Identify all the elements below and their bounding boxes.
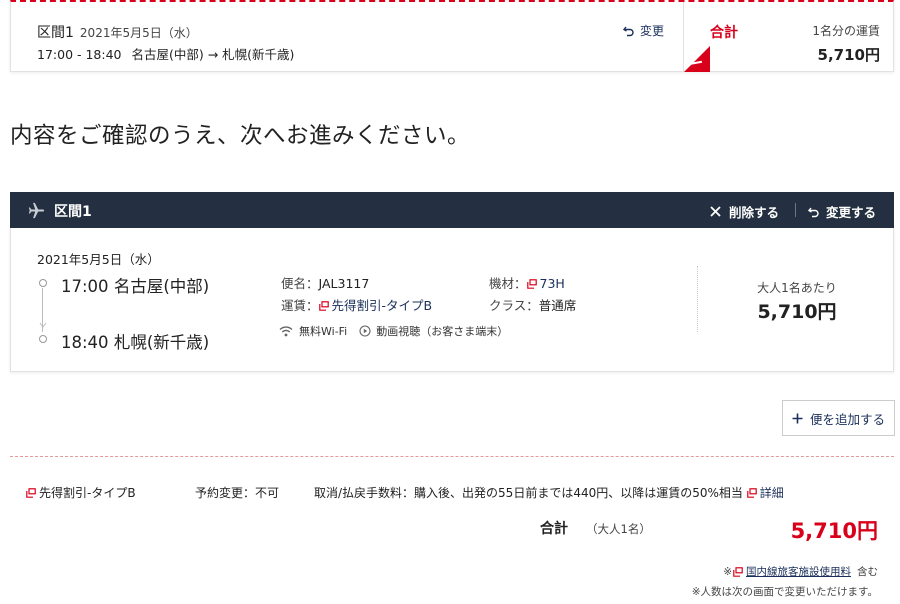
external-link-icon: [733, 566, 743, 577]
fare-label: 運賃：: [281, 298, 319, 313]
bottom-fare-name: 先得割引-タイプB: [39, 486, 136, 500]
summary-total-label: 合計: [710, 25, 738, 41]
summary-segment-label: 区間1: [37, 25, 74, 41]
fare-summary-card: 区間1 2021年5月5日（水） 17:00 - 18:40 名古屋(中部) → …: [10, 0, 894, 72]
amenity-wifi: 無料Wi-Fi: [299, 325, 348, 338]
amenities: 無料Wi-Fi 動画視聴（お客さま端末）: [279, 323, 508, 339]
facility-fee-link[interactable]: 国内線旅客施設使用料: [746, 564, 851, 579]
flight-number-row: 便名：JAL3117: [281, 273, 369, 292]
external-link-icon: [746, 488, 757, 498]
add-flight-button[interactable]: 便を追加する: [782, 400, 895, 436]
bottom-fare-link[interactable]: 先得割引-タイプB: [26, 484, 136, 501]
change-segment-label: 変更する: [826, 205, 877, 220]
summary-route-text: 名古屋(中部) → 札幌(新千歳): [131, 47, 295, 62]
play-icon: [359, 325, 371, 337]
summary-time-range: 17:00 - 18:40: [37, 47, 122, 62]
wifi-icon: [279, 326, 293, 337]
change-rule: 予約変更：不可: [195, 486, 280, 500]
adult-fare-label: 大人1名あたり: [757, 281, 837, 295]
departure-time: 17:00: [61, 277, 109, 296]
route-arrow-icon: [39, 322, 47, 328]
undo-icon: [808, 207, 819, 217]
grand-total-price: 5,710円: [790, 519, 878, 543]
delete-segment-label: 削除する: [729, 205, 780, 220]
undo-icon: [623, 26, 634, 36]
delete-segment-button[interactable]: 削除する: [710, 202, 779, 221]
cancel-rule-row: 取消/払戻手数料：購入後、出発の55日前までは440円、以降は運賃の50%相当 …: [314, 484, 784, 501]
summary-change-button[interactable]: 変更: [623, 22, 664, 39]
arrival-info: 18:40 札幌(新千歳): [61, 329, 209, 353]
card-divider: [697, 266, 698, 332]
change-segment-button[interactable]: 変更する: [808, 202, 876, 221]
external-link-icon: [26, 488, 36, 498]
segment-title: 区間1: [54, 204, 92, 220]
arrival-airport: 札幌(新千歳): [113, 333, 210, 352]
external-link-icon: [526, 279, 537, 289]
close-icon: [710, 206, 721, 217]
cancel-rule: 取消/払戻手数料：購入後、出発の55日前までは440円、以降は運賃の50%相当: [314, 486, 743, 500]
segment-header-bar: 区間1 削除する 変更する: [10, 192, 894, 228]
class-row: クラス：普通席: [489, 295, 576, 314]
note-prefix: ※: [723, 565, 732, 578]
adult-fare-price: 5,710円: [757, 301, 837, 323]
arrival-dot: [39, 335, 47, 343]
summary-total: 合計 1名分の運賃 5,710円: [683, 2, 894, 72]
grand-total-sub: （大人1名）: [586, 522, 651, 536]
summary-change-label: 変更: [640, 24, 665, 38]
detail-link[interactable]: 詳細: [746, 486, 784, 500]
passenger-count-note: ※人数は次の画面で変更いただけます。: [691, 586, 878, 598]
class-value: 普通席: [538, 298, 577, 313]
summary-segment: 区間1 2021年5月5日（水） 17:00 - 18:40 名古屋(中部) → …: [11, 2, 683, 72]
note-suffix: 含む: [857, 566, 878, 578]
class-label: クラス：: [489, 298, 539, 313]
facility-fee-note: ※ 国内線旅客施設使用料 含む: [723, 564, 878, 579]
arrival-time: 18:40: [61, 333, 109, 352]
grand-total-label: 合計: [540, 521, 568, 537]
summary-route: 17:00 - 18:40 名古屋(中部) → 札幌(新千歳): [37, 44, 294, 63]
fare-row: 運賃： 先得割引-タイプB: [281, 295, 432, 314]
page-headline: 内容をご確認のうえ、次へお進みください。: [10, 123, 471, 149]
plus-icon: [792, 413, 803, 423]
external-link-icon: [318, 301, 329, 311]
detail-label: 詳細: [759, 486, 784, 500]
summary-price: 5,710円: [817, 46, 880, 64]
summary-segment-header: 区間1 2021年5月5日（水）: [37, 22, 198, 42]
aircraft-row: 機材： 73H: [489, 273, 565, 292]
departure-info: 17:00 名古屋(中部): [61, 273, 209, 297]
airplane-icon: [28, 202, 45, 219]
aircraft-label: 機材：: [489, 276, 527, 291]
segment-detail-card: 2021年5月5日（水） 17:00 名古屋(中部) 18:40 札幌(新千歳)…: [10, 228, 894, 372]
flight-number: JAL3117: [318, 276, 370, 291]
amenity-video: 動画視聴（お客さま端末）: [376, 325, 509, 338]
bar-divider: [795, 203, 796, 217]
departure-airport: 名古屋(中部): [113, 277, 210, 296]
aircraft-value: 73H: [539, 276, 565, 291]
fare-name: 先得割引-タイプB: [331, 298, 433, 313]
add-flight-label: 便を追加する: [809, 411, 885, 427]
corner-accent: [684, 46, 710, 72]
summary-date: 2021年5月5日（水）: [79, 26, 198, 40]
section-divider: [10, 456, 894, 457]
segment-date: 2021年5月5日（水）: [37, 252, 160, 267]
summary-per-person-label: 1名分の運賃: [812, 24, 880, 38]
aircraft-link[interactable]: 73H: [526, 276, 565, 291]
fare-link[interactable]: 先得割引-タイプB: [318, 298, 433, 313]
departure-dot: [39, 279, 47, 287]
flight-number-label: 便名：: [281, 276, 319, 291]
